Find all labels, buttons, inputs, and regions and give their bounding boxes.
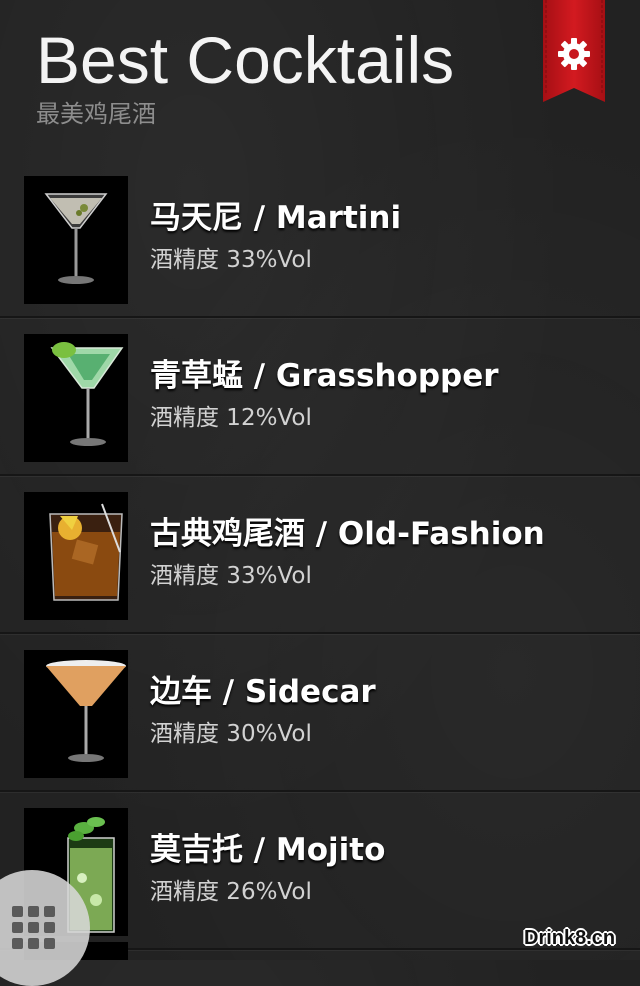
gear-icon [558, 38, 590, 70]
list-item-grasshopper[interactable]: 青草蜢 / Grasshopper 酒精度 12%Vol [0, 318, 640, 476]
header: Best Cocktails 最美鸡尾酒 [0, 0, 640, 160]
settings-button[interactable] [543, 0, 605, 102]
cocktail-name: 青草蜢 / Grasshopper [150, 358, 499, 394]
cocktail-list: 马天尼 / Martini 酒精度 33%Vol 青草蜢 / Grasshopp… [0, 160, 640, 950]
cocktail-abv: 酒精度 30%Vol [150, 721, 312, 747]
grid-menu-icon [12, 906, 56, 950]
cocktail-abv: 酒精度 33%Vol [150, 563, 312, 589]
sidecar-thumbnail [24, 650, 128, 778]
cocktail-abv: 酒精度 12%Vol [150, 405, 312, 431]
old-fashion-thumbnail [24, 492, 128, 620]
cocktail-name: 莫吉托 / Mojito [150, 832, 386, 868]
page-subtitle: 最美鸡尾酒 [36, 100, 156, 128]
grasshopper-thumbnail [24, 334, 128, 462]
watermark: Drink8.cn [524, 927, 616, 949]
cocktail-name: 古典鸡尾酒 / Old-Fashion [150, 516, 545, 552]
martini-thumbnail [24, 176, 128, 304]
cocktail-abv: 酒精度 33%Vol [150, 247, 312, 273]
page-title: Best Cocktails [36, 23, 455, 97]
cocktail-name: 边车 / Sidecar [150, 674, 376, 710]
list-item-sidecar[interactable]: 边车 / Sidecar 酒精度 30%Vol [0, 634, 640, 792]
list-item-old-fashion[interactable]: 古典鸡尾酒 / Old-Fashion 酒精度 33%Vol [0, 476, 640, 634]
cocktail-abv: 酒精度 26%Vol [150, 879, 312, 905]
cocktail-name: 马天尼 / Martini [150, 200, 402, 236]
list-item-martini[interactable]: 马天尼 / Martini 酒精度 33%Vol [0, 160, 640, 318]
